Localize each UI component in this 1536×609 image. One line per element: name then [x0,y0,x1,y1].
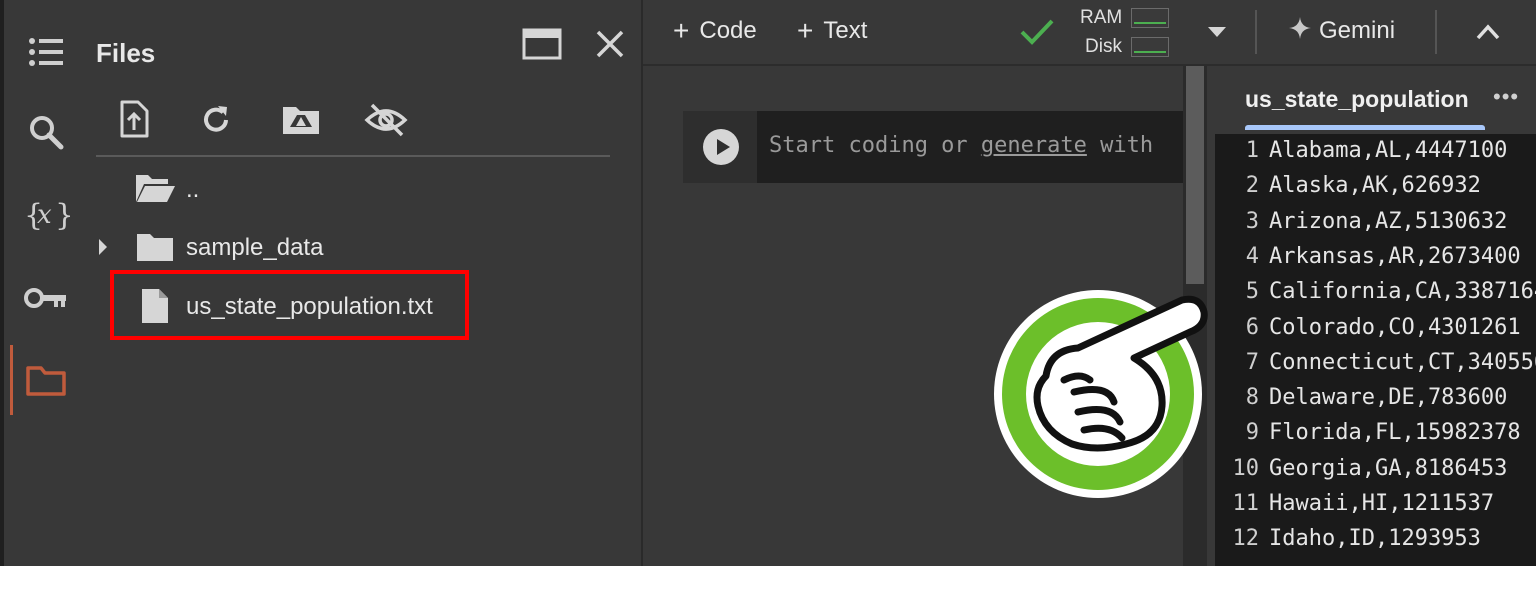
open-folder-icon [134,170,176,206]
line-text: Delaware,DE,783600 [1269,385,1508,411]
file-line: 1 Alabama,AL,4447100 [1215,138,1508,173]
hide-files-icon[interactable] [362,100,410,140]
file-line: 6 Colorado,CO,4301261 [1215,315,1521,350]
highlight-box [110,270,469,340]
expand-arrow-icon[interactable] [94,234,112,260]
upload-icon[interactable] [114,98,154,140]
close-icon[interactable] [590,26,630,62]
line-number: 10 [1232,455,1260,481]
viewer-tab-title[interactable]: us_state_population [1245,86,1485,113]
file-line: 3 Arizona,AZ,5130632 [1215,208,1508,244]
run-cell-button[interactable] [703,129,739,165]
ram-usage-line [1134,22,1166,24]
line-number: 11 [1232,491,1260,516]
notebook-toolbar: + Code + Text RAM Disk Gemini [643,0,1536,66]
scrollbar-thumb[interactable] [1186,66,1204,284]
refresh-icon[interactable] [196,100,236,140]
tree-item-label: .. [186,176,200,203]
line-text: Colorado,CO,4301261 [1269,314,1521,340]
plus-icon: + [797,15,814,46]
ram-label: RAM [1080,7,1123,28]
file-line: 12 Idaho,ID,1293953 [1215,526,1481,561]
file-line: 9 Florida,FL,15982378 [1215,420,1521,455]
gemini-sparkle-icon [1289,16,1311,46]
file-line: 11 Hawaii,HI,1211537 [1215,491,1495,526]
toolbar-separator [1255,10,1257,54]
line-text: Connecticut,CT,3405565 [1269,349,1536,375]
cell-gutter [683,111,757,183]
chevron-down-icon[interactable] [1205,20,1229,44]
disk-usage-line [1134,51,1166,53]
folder-icon [134,230,176,264]
drive-folder-icon[interactable] [278,100,324,140]
file-line: 2 Alaska,AK,626932 [1215,173,1481,208]
line-number: 1 [1245,138,1259,163]
line-text: California,CA,33871648 [1269,279,1536,305]
line-number: 7 [1245,349,1259,375]
ram-meter [1131,8,1169,28]
file-content[interactable]: 1 Alabama,AL,4447100 2 Alaska,AK,626932 3 Ari… [1215,134,1536,566]
cell-placeholder-suffix: with [1086,133,1154,158]
svg-text:}: } [55,198,70,233]
checkmark-icon [1017,14,1057,50]
add-text-label: Text [823,17,868,44]
line-text: Florida,FL,15982378 [1269,420,1521,446]
cell-placeholder-prefix: Start coding or [769,133,981,158]
line-number: 8 [1245,385,1259,411]
file-line: 7 Connecticut,CT,3405565 [1215,350,1536,385]
toc-icon[interactable] [22,28,70,76]
file-line: 5 California,CA,33871648 [1215,279,1536,314]
active-tab-underline [1245,125,1485,130]
folder-icon[interactable] [22,356,70,404]
line-text: Arkansas,AR,2673400 [1269,243,1521,269]
files-divider [96,155,610,157]
search-icon[interactable] [22,108,70,156]
disk-label: Disk [1085,36,1122,57]
key-icon[interactable] [22,274,70,322]
plus-icon: + [673,15,690,46]
files-title: Files [96,38,156,68]
line-text: Hawaii,HI,1211537 [1269,491,1495,516]
line-text: Georgia,GA,8186453 [1269,455,1508,481]
disk-meter [1131,37,1169,57]
add-code-label: Code [699,17,757,44]
file-line: 4 Arkansas,AR,2673400 [1215,244,1521,279]
line-number: 2 [1245,173,1259,199]
line-number: 3 [1245,208,1259,234]
svg-text:x: x [37,200,52,230]
resources-button[interactable]: RAM Disk [1073,3,1203,61]
line-number: 4 [1245,243,1259,269]
code-cell[interactable]: Start coding or generate with [683,111,1183,183]
gemini-button[interactable]: Gemini [1289,14,1395,48]
chevron-up-icon[interactable] [1473,20,1503,44]
line-text: Idaho,ID,1293953 [1269,526,1481,552]
line-text: Arizona,AZ,5130632 [1269,208,1508,234]
line-number: 9 [1245,420,1259,446]
files-panel: Files .. sample_data us_state_population… [84,0,641,566]
line-number: 6 [1245,314,1259,340]
generate-link[interactable]: generate [981,133,1087,158]
more-options-icon[interactable]: ••• [1493,84,1519,110]
cell-placeholder[interactable]: Start coding or generate with [769,133,1153,158]
toolbar-separator [1435,10,1437,54]
line-text: Alabama,AL,4447100 [1269,138,1508,163]
line-number: 12 [1232,526,1260,552]
tree-item-parent[interactable]: .. [84,164,641,216]
file-viewer: us_state_population ••• 1 Alabama,AL,4447… [1207,66,1536,566]
maximize-panel-icon[interactable] [520,26,564,62]
active-indicator [10,345,13,415]
tree-item-sample-data[interactable]: sample_data [84,222,641,274]
add-text-button[interactable]: + Text [797,14,867,48]
file-line: 8 Delaware,DE,783600 [1215,385,1508,420]
side-rail: { x } [4,0,84,566]
gemini-label: Gemini [1319,17,1396,44]
add-code-button[interactable]: + Code [673,14,757,48]
line-number: 5 [1245,279,1259,305]
file-line: 10 Georgia,GA,8186453 [1215,455,1508,491]
variables-icon[interactable]: { x } [22,190,70,238]
line-text: Alaska,AK,626932 [1269,173,1481,199]
colab-window: { x } Files [0,0,1536,566]
pointing-hand-badge [986,284,1216,506]
tree-item-label: sample_data [186,234,324,261]
